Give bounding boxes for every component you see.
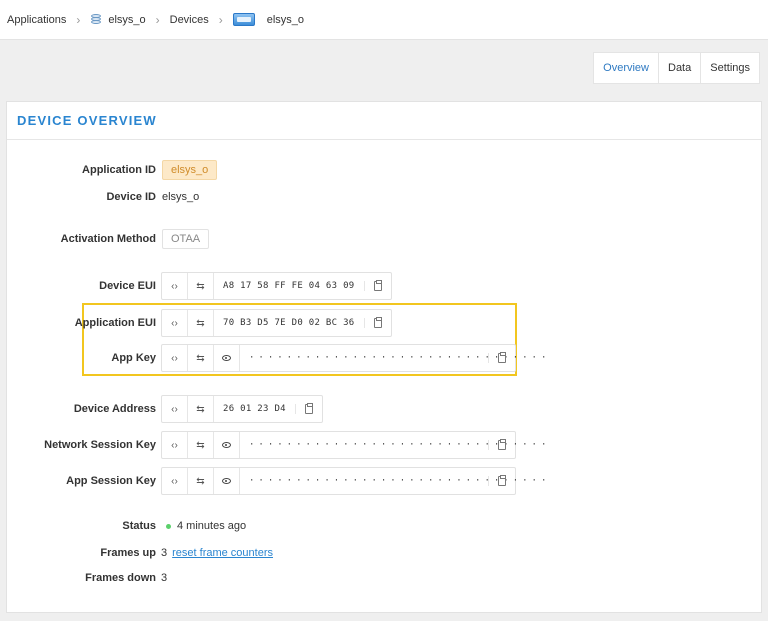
swap-icon: ⇆: [196, 403, 205, 415]
clipboard-icon: [498, 352, 506, 363]
clipboard-icon: [304, 403, 313, 414]
code-icon: ‹›: [171, 317, 178, 329]
breadcrumb-device[interactable]: elsys_o: [267, 14, 304, 26]
application-stack-icon: [90, 13, 102, 26]
eye-icon: [222, 355, 231, 361]
show-key-button[interactable]: [214, 432, 240, 458]
device-eui-label: Device EUI: [99, 280, 156, 292]
activation-method-label: Activation Method: [60, 233, 156, 245]
application-id-badge: elsys_o: [162, 160, 218, 180]
device-eui-field: ‹› ⇆ A8 17 58 FF FE 04 63 09: [161, 272, 392, 300]
device-address-field: ‹› ⇆ 26 01 23 D4: [161, 395, 323, 423]
code-icon: ‹›: [171, 403, 178, 415]
show-key-button[interactable]: [214, 345, 240, 371]
network-session-key-label: Network Session Key: [44, 439, 156, 451]
status-label: Status: [122, 520, 156, 532]
code-icon: ‹›: [171, 352, 178, 364]
activation-method-badge: OTAA: [162, 229, 210, 249]
copy-network-session-key-button[interactable]: [489, 432, 515, 458]
swap-icon: ⇆: [196, 439, 205, 451]
toggle-format-button[interactable]: ‹›: [162, 432, 188, 458]
app-session-key-field: ‹› ⇆ ································: [161, 467, 546, 495]
application-eui-field: ‹› ⇆ 70 B3 D5 7E D0 02 BC 36: [161, 309, 392, 337]
code-icon: ‹›: [171, 475, 178, 487]
toggle-format-button[interactable]: ‹›: [162, 468, 188, 494]
copy-device-address-button[interactable]: [296, 396, 322, 422]
show-key-button[interactable]: [214, 468, 240, 494]
breadcrumb-application[interactable]: elsys_o: [108, 14, 145, 26]
device-address-value: 26 01 23 D4: [214, 404, 296, 414]
status-dot: [166, 523, 171, 529]
tab-data[interactable]: Data: [659, 53, 702, 83]
application-eui-value: 70 B3 D5 7E D0 02 BC 36: [214, 318, 365, 328]
swap-icon: ⇆: [196, 475, 205, 487]
swap-icon: ⇆: [196, 352, 205, 364]
copy-app-key-button[interactable]: [489, 345, 515, 371]
copy-app-session-key-button[interactable]: [489, 468, 515, 494]
code-icon: ‹›: [171, 439, 178, 451]
app-key-value: ································: [240, 353, 546, 363]
application-id-label: Application ID: [82, 164, 156, 176]
app-session-key-label: App Session Key: [66, 475, 156, 487]
network-session-key-field: ‹› ⇆ ································: [161, 431, 546, 459]
application-eui-label: Application EUI: [74, 317, 156, 329]
swap-byte-order-button[interactable]: ⇆: [188, 345, 214, 371]
frames-down-label: Frames down: [85, 572, 156, 584]
status-value: 4 minutes ago: [177, 520, 247, 532]
toggle-format-button[interactable]: ‹›: [162, 310, 188, 336]
copy-application-eui-button[interactable]: [365, 310, 391, 336]
device-eui-value: A8 17 58 FF FE 04 63 09: [214, 281, 365, 291]
app-session-key-value: ································: [240, 476, 546, 486]
copy-device-eui-button[interactable]: [365, 273, 391, 299]
reset-frame-counters-link[interactable]: reset frame counters: [172, 547, 273, 559]
swap-icon: ⇆: [196, 317, 205, 329]
clipboard-icon: [498, 475, 506, 486]
swap-byte-order-button[interactable]: ⇆: [188, 396, 214, 422]
code-icon: ‹›: [171, 280, 178, 292]
network-session-key-value: ································: [240, 440, 546, 450]
breadcrumb-devices[interactable]: Devices: [170, 14, 209, 26]
panel-title: DEVICE OVERVIEW: [17, 113, 157, 128]
device-address-label: Device Address: [73, 403, 156, 415]
clipboard-icon: [498, 439, 506, 450]
chevron-right-icon: ›: [218, 12, 223, 27]
device-id-value: elsys_o: [162, 191, 200, 203]
toggle-format-button[interactable]: ‹›: [162, 396, 188, 422]
clipboard-icon: [373, 317, 382, 328]
chevron-right-icon: ›: [76, 12, 81, 27]
toggle-format-button[interactable]: ‹›: [162, 345, 188, 371]
tab-settings[interactable]: Settings: [701, 53, 759, 83]
frames-up-value: 3: [161, 547, 168, 559]
app-key-label: App Key: [111, 352, 156, 364]
breadcrumb-applications[interactable]: Applications: [7, 14, 66, 26]
toggle-format-button[interactable]: ‹›: [162, 273, 188, 299]
device-id-label: Device ID: [106, 191, 156, 203]
eye-icon: [222, 478, 231, 484]
swap-byte-order-button[interactable]: ⇆: [188, 432, 214, 458]
chevron-right-icon: ›: [155, 12, 160, 27]
swap-icon: ⇆: [196, 280, 205, 292]
swap-byte-order-button[interactable]: ⇆: [188, 310, 214, 336]
breadcrumb: Applications › elsys_o › Devices › elsys…: [0, 0, 768, 40]
frames-up-label: Frames up: [100, 547, 156, 559]
swap-byte-order-button[interactable]: ⇆: [188, 468, 214, 494]
device-icon: [232, 13, 255, 26]
tab-overview[interactable]: Overview: [594, 53, 659, 83]
device-tabs: Overview Data Settings: [593, 52, 760, 84]
panel-header: DEVICE OVERVIEW: [7, 102, 761, 140]
clipboard-icon: [373, 280, 382, 291]
swap-byte-order-button[interactable]: ⇆: [188, 273, 214, 299]
app-key-field: ‹› ⇆ ································: [161, 344, 546, 372]
eye-icon: [222, 442, 231, 448]
frames-down-value: 3: [161, 572, 168, 584]
